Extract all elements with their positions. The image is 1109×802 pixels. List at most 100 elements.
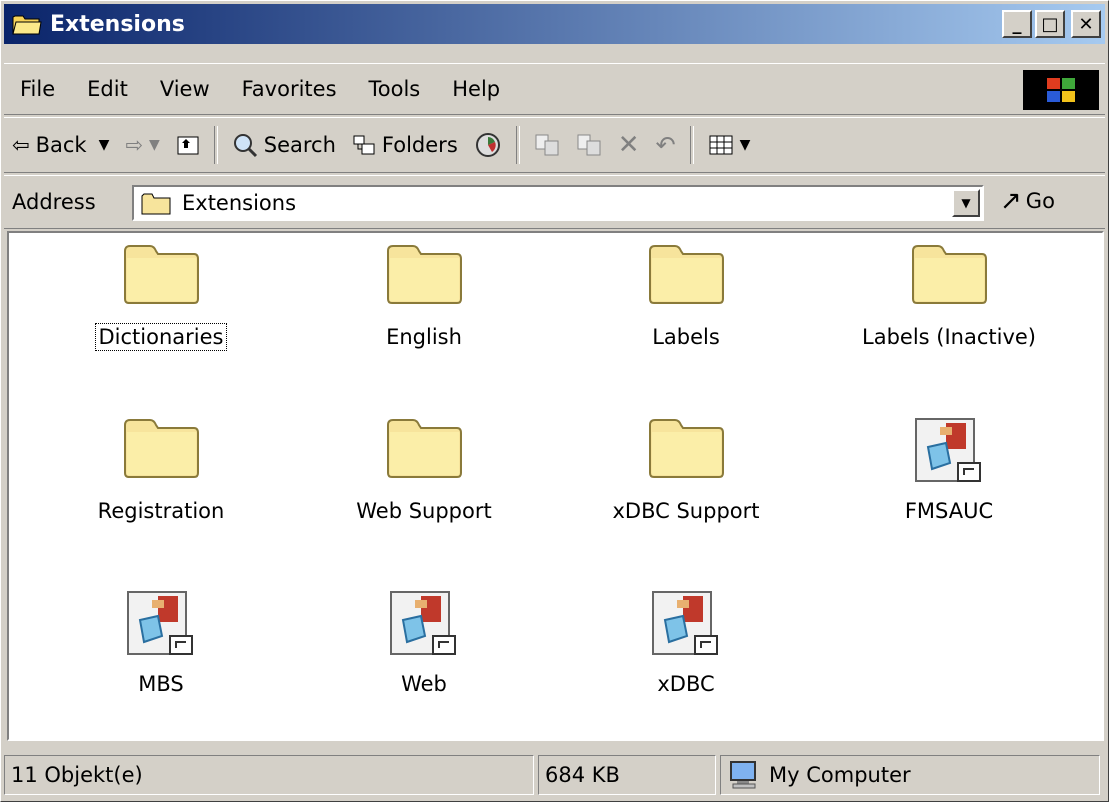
file-item-label: Web Support — [356, 499, 492, 523]
folder-icon — [122, 241, 200, 310]
status-size: 684 KB — [538, 755, 716, 795]
go-button[interactable]: ↗ Go — [1000, 186, 1055, 216]
my-computer-icon — [730, 761, 756, 789]
menu-help[interactable]: Help — [436, 77, 516, 101]
address-dropdown-button[interactable]: ▼ — [952, 189, 980, 217]
views-icon — [709, 135, 733, 155]
location-text: My Computer — [769, 763, 911, 787]
file-item[interactable]: Web — [314, 588, 534, 697]
folder-icon — [122, 415, 200, 484]
search-icon — [233, 134, 257, 158]
file-item[interactable]: MBS — [51, 588, 271, 697]
file-item[interactable]: Web Support — [314, 415, 534, 524]
delete-button[interactable]: ✕ — [610, 130, 648, 160]
folders-button[interactable]: Folders — [344, 133, 466, 157]
copy-to-button[interactable] — [568, 133, 610, 157]
file-item-label: xDBC — [657, 672, 715, 696]
up-folder-button[interactable] — [168, 134, 208, 156]
folder-icon — [385, 241, 463, 310]
move-to-icon — [535, 134, 559, 156]
delete-icon: ✕ — [617, 130, 640, 160]
forward-arrow-icon: ⇨ — [125, 133, 143, 157]
status-location: My Computer — [720, 755, 1100, 795]
address-bar: Address Extensions ▼ ↗ Go — [4, 175, 1105, 229]
plugin-file-icon — [122, 588, 200, 665]
menu-favorites[interactable]: Favorites — [226, 77, 353, 101]
file-item-label: Dictionaries — [94, 323, 228, 351]
folder-icon — [647, 415, 725, 484]
close-icon: ✕ — [1078, 13, 1094, 35]
folder-icon — [385, 415, 463, 484]
address-value: Extensions — [182, 191, 297, 215]
file-view[interactable]: Dictionaries English Labels Labels (Inactiv… — [7, 231, 1104, 741]
history-button[interactable] — [466, 131, 510, 159]
undo-icon: ↶ — [655, 131, 676, 159]
file-item-label: Labels (Inactive) — [862, 325, 1036, 349]
go-arrow-icon: ↗ — [1000, 186, 1022, 216]
toolbar-separator — [689, 126, 694, 164]
file-item[interactable]: xDBC Support — [576, 415, 796, 524]
undo-button[interactable]: ↶ — [648, 131, 684, 159]
folder-icon — [12, 13, 42, 35]
file-item-label: Registration — [97, 499, 225, 523]
menu-bar: File Edit View Favorites Tools Help — [4, 63, 1105, 115]
views-dropdown-icon: ▼ — [739, 137, 751, 153]
size-text: 684 KB — [545, 763, 620, 787]
file-item[interactable]: Labels — [576, 241, 796, 350]
folder-icon — [141, 193, 171, 215]
file-item-label: xDBC Support — [612, 499, 760, 523]
close-button[interactable]: ✕ — [1071, 10, 1101, 38]
chevron-down-icon: ▼ — [961, 196, 971, 210]
explorer-window: Extensions _ □ ✕ File Edit View Favorite… — [0, 0, 1109, 802]
windows-logo-icon — [1023, 70, 1099, 110]
plugin-file-icon — [647, 588, 725, 665]
minimize-button[interactable]: _ — [1002, 10, 1032, 38]
status-object-count: 11 Objekt(e) — [4, 755, 534, 795]
menu-tools[interactable]: Tools — [353, 77, 437, 101]
forward-button[interactable]: ⇨ ▼ — [117, 133, 167, 157]
up-folder-icon — [177, 136, 199, 155]
file-item[interactable]: xDBC — [576, 588, 796, 697]
file-item-label: Labels — [652, 325, 720, 349]
toolbar-separator — [213, 126, 218, 164]
file-item[interactable]: Registration — [51, 415, 271, 524]
minimize-icon: _ — [1012, 13, 1022, 35]
copy-to-icon — [577, 134, 601, 156]
menu-edit[interactable]: Edit — [71, 77, 144, 101]
search-label: Search — [263, 133, 336, 157]
file-item-label: Web — [401, 672, 447, 696]
file-item[interactable]: Labels (Inactive) — [839, 241, 1059, 350]
standard-toolbar: ⇦ Back ▼ ⇨ ▼ Search Folders ✕ ↶ ▼ — [4, 117, 1105, 173]
search-button[interactable]: Search — [224, 132, 344, 158]
maximize-button[interactable]: □ — [1035, 10, 1065, 38]
address-input[interactable]: Extensions ▼ — [132, 185, 984, 221]
back-arrow-icon: ⇦ — [12, 133, 30, 157]
forward-dropdown-icon[interactable]: ▼ — [149, 137, 160, 153]
file-item-label: English — [386, 325, 462, 349]
file-item[interactable]: English — [314, 241, 534, 350]
file-item[interactable]: Dictionaries — [51, 241, 271, 351]
folder-icon — [910, 241, 988, 310]
plugin-file-icon — [385, 588, 463, 665]
back-button[interactable]: ⇦ Back ▼ — [4, 133, 117, 157]
address-label: Address — [12, 190, 96, 214]
back-dropdown-icon[interactable]: ▼ — [99, 137, 110, 153]
go-label: Go — [1025, 189, 1055, 213]
menu-file[interactable]: File — [4, 77, 71, 101]
file-item[interactable]: FMSAUC — [839, 415, 1059, 524]
plugin-file-icon — [910, 415, 988, 492]
toolbar-separator — [515, 126, 520, 164]
window-title: Extensions — [50, 11, 185, 37]
object-count-text: 11 Objekt(e) — [11, 763, 143, 787]
folders-label: Folders — [381, 133, 458, 157]
maximize-icon: □ — [1041, 13, 1059, 35]
history-icon — [475, 133, 500, 157]
folder-icon — [647, 241, 725, 310]
file-item-label: MBS — [138, 672, 184, 696]
views-button[interactable]: ▼ — [700, 134, 759, 156]
title-bar[interactable]: Extensions _ □ ✕ — [4, 4, 1105, 44]
file-item-label: FMSAUC — [904, 499, 994, 523]
move-to-button[interactable] — [526, 133, 568, 157]
menu-view[interactable]: View — [144, 77, 226, 101]
folders-icon — [353, 135, 375, 155]
